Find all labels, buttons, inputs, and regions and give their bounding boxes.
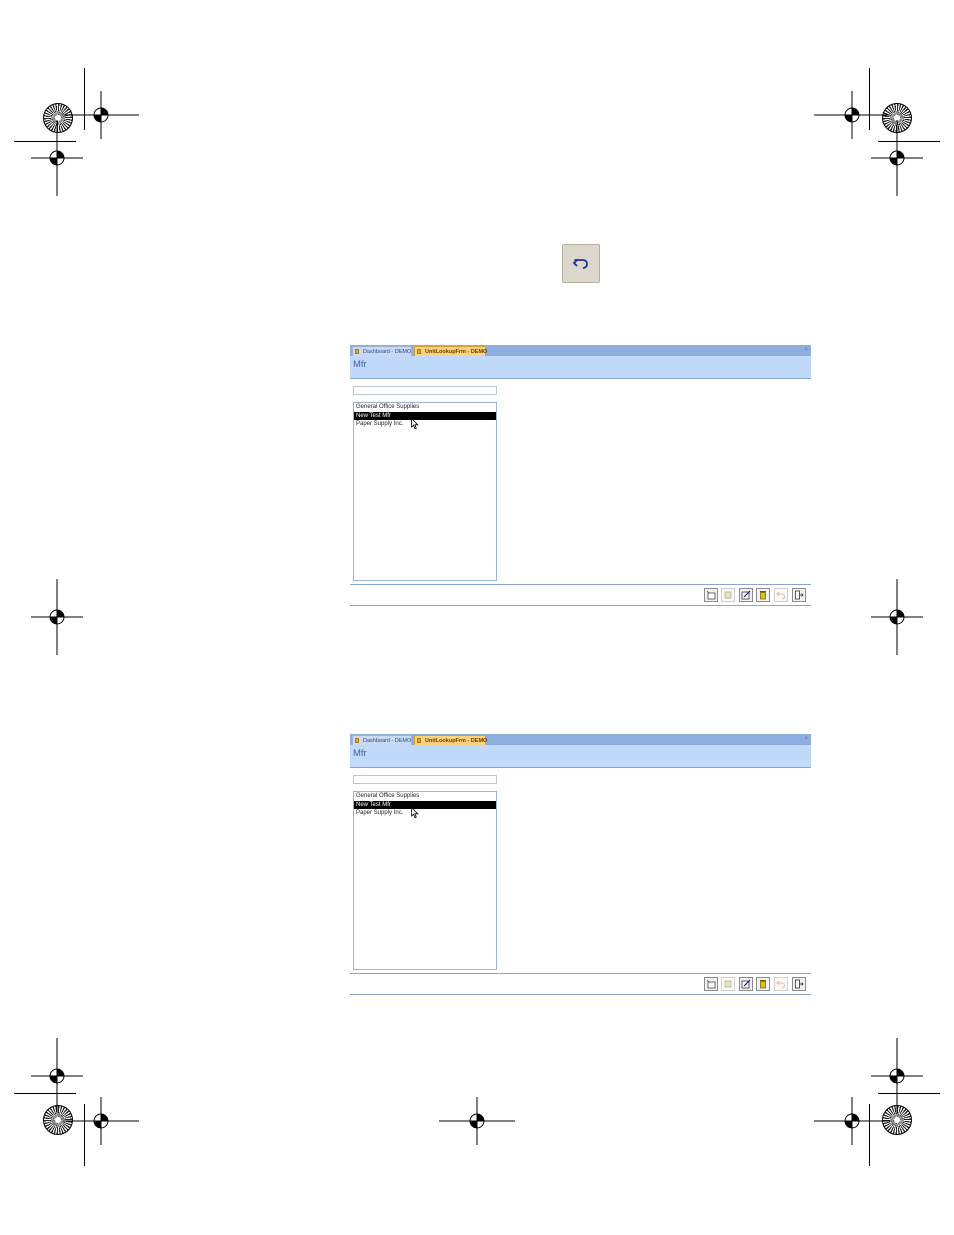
tab-label: Dashboard - DEMO [363,738,412,744]
undo-toolbar-button[interactable] [774,977,788,991]
tab-unit-lookup[interactable]: UnitLookupFrm - DEMO [414,346,488,356]
delete-icon [760,980,766,989]
exit-icon [795,590,804,600]
tab-label: Dashboard - DEMO [363,349,412,355]
form-tab-icon [417,349,421,354]
undo-icon [776,980,785,989]
close-icon[interactable]: × [804,734,808,745]
page-title: Mfr [353,748,367,759]
new-record-icon [706,979,716,989]
save-icon [724,980,732,988]
form-tab-icon [355,738,359,743]
form-header: Mfr [350,356,811,379]
edit-button[interactable] [739,977,753,991]
undo-toolbar-button[interactable] [774,588,788,602]
record-toolbar [350,973,811,995]
edit-icon [741,979,751,989]
new-record-button[interactable] [704,977,718,991]
registration-mark-icon [31,579,83,655]
delete-icon [760,591,766,600]
new-record-icon [706,590,716,600]
mouse-pointer-icon [411,807,419,819]
exit-button[interactable] [792,977,806,991]
search-input[interactable] [353,386,497,395]
tab-label: UnitLookupFrm - DEMO [425,349,488,355]
lookup-form-screenshot-1: Dashboard - DEMO UnitLookupFrm - DEMO × … [350,345,811,607]
tab-dashboard[interactable]: Dashboard - DEMO [352,735,412,745]
list-item[interactable]: General Office Supplies [354,792,496,801]
tab-unit-lookup[interactable]: UnitLookupFrm - DEMO [414,735,488,745]
form-tab-icon [355,349,359,354]
page-title: Mfr [353,359,367,370]
search-input[interactable] [353,775,497,784]
manufacturer-list[interactable]: General Office Supplies New Test Mfr Pap… [353,402,497,581]
manufacturer-list[interactable]: General Office Supplies New Test Mfr Pap… [353,791,497,970]
tab-label: UnitLookupFrm - DEMO [425,738,488,744]
save-button[interactable] [721,588,735,602]
exit-button[interactable] [792,588,806,602]
registration-mark-icon [871,120,923,196]
exit-icon [795,979,804,989]
tab-dashboard[interactable]: Dashboard - DEMO [352,346,412,356]
undo-icon [572,258,588,269]
list-item[interactable]: General Office Supplies [354,403,496,412]
registration-mark-icon [63,1097,139,1145]
list-item[interactable]: Paper Supply Inc. [354,809,496,818]
edit-icon [741,590,751,600]
form-header: Mfr [350,745,811,768]
delete-button[interactable] [756,588,770,602]
tab-bar: Dashboard - DEMO UnitLookupFrm - DEMO × [350,734,811,745]
list-item-selected[interactable]: New Test Mfr [354,411,496,420]
lookup-form-screenshot-2: Dashboard - DEMO UnitLookupFrm - DEMO × … [350,734,811,996]
save-button[interactable] [721,977,735,991]
undo-button[interactable] [562,244,600,283]
form-tab-icon [417,738,421,743]
registration-mark-icon [31,120,83,196]
edit-button[interactable] [739,588,753,602]
delete-button[interactable] [756,977,770,991]
save-icon [724,591,732,599]
tab-bar: Dashboard - DEMO UnitLookupFrm - DEMO × [350,345,811,356]
registration-mark-icon [439,1097,515,1145]
mouse-pointer-icon [411,418,419,430]
registration-mark-icon [814,1097,890,1145]
record-toolbar [350,584,811,606]
list-item[interactable]: Paper Supply Inc. [354,420,496,429]
close-icon[interactable]: × [804,345,808,356]
undo-icon [776,591,785,600]
new-record-button[interactable] [704,588,718,602]
list-item-selected[interactable]: New Test Mfr [354,800,496,809]
registration-mark-icon [871,579,923,655]
